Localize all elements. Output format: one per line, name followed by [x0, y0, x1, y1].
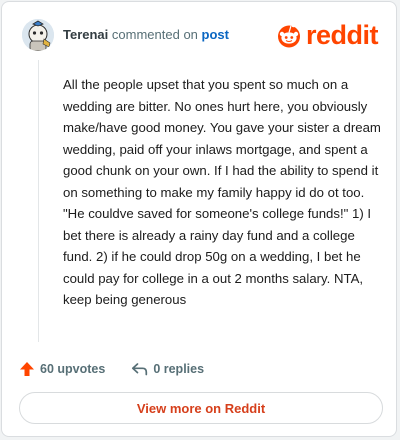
upvote-button[interactable]: 60 upvotes — [19, 361, 105, 377]
replies-button[interactable]: 0 replies — [131, 361, 204, 377]
upvote-arrow-icon — [20, 362, 34, 376]
user-avatar[interactable] — [22, 19, 54, 51]
comment-embed-card: Terenai commented on post reddit All the… — [1, 1, 397, 437]
thread-line — [38, 60, 39, 342]
reddit-alien-icon — [277, 23, 300, 48]
replies-count: 0 replies — [153, 362, 205, 376]
post-link[interactable]: post — [202, 27, 229, 42]
comment-body: All the people upset that you spent so m… — [63, 77, 381, 307]
view-more-on-reddit-button[interactable]: View more on Reddit — [19, 392, 383, 424]
reddit-wordmark: reddit — [305, 20, 379, 50]
upvote-count: 60 upvotes — [40, 362, 106, 376]
comment-byline: Terenai commented on post — [63, 27, 229, 42]
username-link[interactable]: Terenai — [63, 27, 108, 42]
commented-on-text: commented on — [111, 27, 198, 42]
comment-actions: 60 upvotes 0 replies — [19, 358, 204, 380]
avatar-illustration-icon — [22, 19, 54, 51]
reddit-logo[interactable]: reddit — [275, 20, 379, 50]
comment-header: Terenai commented on post reddit — [22, 18, 380, 52]
reply-arrow-icon — [132, 363, 148, 376]
